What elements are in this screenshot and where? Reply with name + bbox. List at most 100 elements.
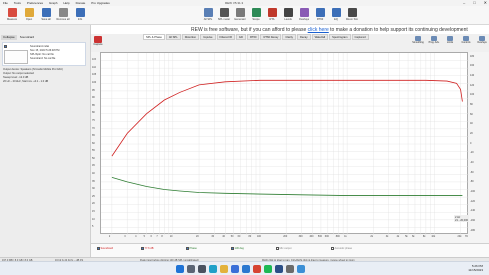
toolbar-info-button[interactable]: Info [70,8,90,21]
maximize-icon[interactable]: □ [473,0,475,5]
legend-label: Phase [189,247,197,250]
toolbar-rt60-button[interactable]: RT60 [312,8,328,21]
x-tick-label: 800 [335,235,340,238]
levels-icon [283,8,293,17]
toolbar-spl-meter-button[interactable]: SPL meter [216,8,232,21]
settings-icon[interactable] [286,265,294,273]
left-tick-label: 100 [92,81,97,85]
window-title: REW V5.31.3 [225,1,244,5]
file-explorer-icon[interactable] [220,265,228,273]
x-tick-label: 60 [237,235,241,238]
legend-label: Acoustic phase [334,247,353,250]
right-tick-label: 80 [470,103,473,107]
toolbar-room-sim-button[interactable]: Room Sim [344,8,360,21]
legend-checkbox[interactable] [331,247,334,250]
tab-impulse[interactable]: Impulse [200,34,216,40]
left-tick-label: 5 [92,225,94,229]
chrome-icon[interactable] [253,265,261,273]
windows-start-icon[interactable] [176,265,184,273]
left-tick-label: 40 [92,172,95,176]
toolbar-levels-button[interactable]: Levels [280,8,296,21]
limits-button[interactable]: Limits [443,36,457,44]
close-icon[interactable]: ✕ [484,0,487,5]
graph-area[interactable]: 115 110 105 100 95 90 85 80 75 70 65 60 55 50 45 40 35 30… [91,52,489,243]
tab-waterfall[interactable]: Waterfall [311,34,329,40]
toolbar-eq-button[interactable]: EQ [328,8,344,21]
search-icon[interactable] [187,265,195,273]
x-tick-label: 7 [156,235,158,238]
legend-77-6-db[interactable]: 77.6 dB [141,247,153,250]
graph-tool-label: Smoothing [412,41,424,44]
left-tick-label: 110 [92,65,96,69]
legend-checkbox[interactable] [276,247,279,250]
tab-decay[interactable]: Decay [296,34,311,40]
legend-checkbox[interactable] [97,247,100,250]
controls-button[interactable]: Controls [459,36,473,44]
spotify-icon[interactable] [264,265,272,273]
legend-phase[interactable]: Phase [186,247,197,250]
right-tick-label: 120 [470,83,475,87]
legend-checkbox[interactable] [231,247,234,250]
collapse-button[interactable]: Collapse [1,35,17,40]
clock-date: 11/15/2023 [468,268,483,272]
spl-icon [203,8,213,17]
window-controls: – □ ✕ [463,0,487,5]
menu-help[interactable]: Help [63,1,69,5]
menu-donate[interactable]: Donate [76,1,86,5]
legend-label: 130 deg [234,247,244,250]
photos-icon[interactable] [297,265,305,273]
menu-tools[interactable]: Tools [14,1,21,5]
rew-app-icon[interactable] [275,265,283,273]
spl-phase-chart[interactable] [101,53,469,235]
x-tick-label: 4 [135,235,137,238]
toolbar-overlays-button[interactable]: Overlays [296,8,312,21]
menu-pro-upgrades[interactable]: Pro Upgrades [91,1,110,5]
tab-gd[interactable]: GD [235,34,246,40]
measurement-checkbox[interactable] [4,45,7,48]
menu-graph[interactable]: Graph [49,1,57,5]
left-tick-label: 20 [92,202,95,206]
menu-file[interactable]: File [3,1,8,5]
minimize-icon[interactable]: – [463,0,465,5]
x-tick-label: 2 [108,235,111,238]
tab-captured[interactable]: Captured [351,34,369,40]
toolbar-label: Levels [284,18,292,21]
legend-130-deg[interactable]: 130 deg [231,247,244,250]
toolbar-generator-button[interactable]: Generator [232,8,248,21]
tab-filtered-ir[interactable]: Filtered IR [216,34,235,40]
tab-rt60[interactable]: RT60 [246,34,260,40]
tab-clarity[interactable]: Clarity [282,34,296,40]
legend-mic-output[interactable]: Mic output [276,247,291,250]
x-tick-label: 20k [457,235,462,238]
legend-acoustic-phase[interactable]: Acoustic phase [331,247,352,250]
menu-preferences[interactable]: Preferences [27,1,43,5]
measurement-date: Nov 15, 2023 5:26:48 PM [30,49,60,52]
tab-distortion[interactable]: Distortion [181,34,200,40]
plot-area[interactable] [100,52,469,235]
tab-spl-phase[interactable]: SPL & Phase [143,34,165,40]
prog-adv--button[interactable]: Prog. Adv. [427,36,441,44]
system-clock[interactable]: 5:26 PM 11/15/2023 [468,264,483,272]
overlays-button[interactable]: Overlays [475,36,489,44]
legend-checkbox[interactable] [186,247,189,250]
toolbar-all-spl-button[interactable]: All SPL [200,8,216,21]
legend-label: 77.6 dB [144,247,154,250]
mail-icon[interactable] [242,265,250,273]
legend-soundcard[interactable]: Soundcard [97,247,113,250]
smoothing-button[interactable]: Smoothing [411,36,425,44]
edge-icon[interactable] [209,265,217,273]
tab-rt60-decay[interactable]: RT60 Decay [260,34,282,40]
measurement-cal-soundcard: Soundcard: No cal file [30,57,56,60]
tab-spectrogram[interactable]: Spectrogram [329,34,351,40]
tab-all-spl[interactable]: All SPL [165,34,181,40]
donate-link[interactable]: click here [308,27,329,33]
measurement-item[interactable]: Soundcard.mdat Nov 15, 2023 5:26:48 PM S… [2,42,86,66]
donation-banner: REW is free software, but if you can aff… [91,25,489,34]
task-view-icon[interactable] [198,265,206,273]
legend-checkbox[interactable] [141,247,144,250]
store-icon[interactable] [231,265,239,273]
meter-icon [219,8,229,17]
toolbar-rta-button[interactable]: RTA [264,8,280,21]
toolbar-scope-button[interactable]: Scope [248,8,264,21]
toolbar-label: Info [77,18,83,21]
